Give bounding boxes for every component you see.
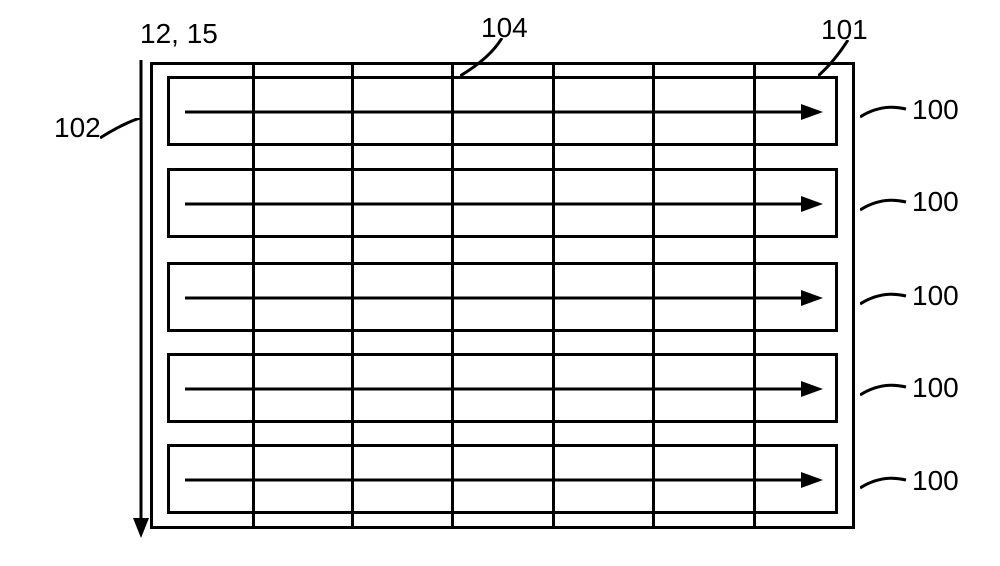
label-row5: 100: [912, 465, 959, 497]
label-left: 102: [54, 112, 101, 144]
label-row3: 100: [912, 280, 959, 312]
callout-curve-icon: [818, 40, 858, 80]
label-row1: 100: [912, 94, 959, 126]
row-arrow-icon: [185, 103, 825, 121]
callout-curve-icon: [860, 373, 908, 398]
callout-curve-icon: [100, 118, 150, 158]
row-arrow-icon: [185, 289, 825, 307]
callout-curve-icon: [860, 95, 908, 120]
row-arrow-icon: [185, 380, 825, 398]
callout-curve-icon: [860, 466, 908, 491]
label-topleft: 12, 15: [140, 18, 218, 50]
callout-curve-icon: [860, 282, 908, 307]
label-row2: 100: [912, 186, 959, 218]
row-arrow-icon: [185, 195, 825, 213]
callout-curve-icon: [460, 38, 520, 76]
row-arrow-icon: [185, 471, 825, 489]
callout-curve-icon: [860, 188, 908, 213]
label-row4: 100: [912, 372, 959, 404]
